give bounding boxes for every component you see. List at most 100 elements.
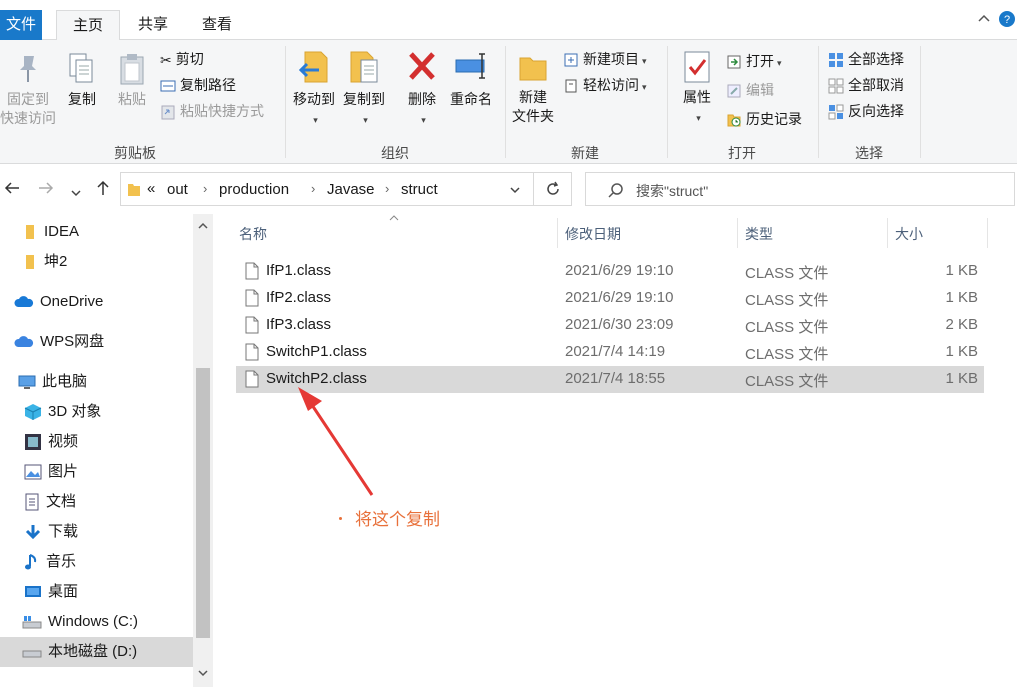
sidebar-item-label: 坤2 [44, 253, 68, 270]
help-icon[interactable]: ? [998, 10, 1016, 31]
sidebar-item-local-disk-d[interactable]: 本地磁盘 (D:) [0, 637, 193, 667]
search-input[interactable]: 搜索"struct" [585, 172, 1015, 206]
file-type: CLASS 文件 [745, 346, 829, 363]
file-size: 1 KB [945, 289, 978, 306]
address-divider [533, 173, 534, 205]
breadcrumb-overflow[interactable]: « [147, 180, 155, 197]
column-header-date[interactable]: 修改日期 [565, 224, 621, 244]
sidebar-item-idea[interactable]: IDEA [24, 217, 79, 247]
history-button[interactable]: 历史记录 [726, 108, 802, 130]
column-divider[interactable] [987, 218, 988, 248]
chevron-down-icon: ▾ [642, 82, 647, 92]
address-history-chevron-icon[interactable] [509, 186, 521, 194]
ribbon: 固定到 快速访问 复制 粘贴 ✂ 剪切 复制路径 粘贴快捷方式 剪贴板 移动到 ▾ [0, 40, 1017, 164]
onedrive-cloud-icon [14, 296, 34, 308]
file-row[interactable]: IfP2.class 2021/6/29 19:10 CLASS 文件 1 KB [236, 285, 984, 312]
sidebar-item-3d-objects[interactable]: 3D 对象 [24, 397, 101, 427]
ribbon-collapse-icon[interactable] [976, 11, 992, 30]
breadcrumb-chevron-icon[interactable]: › [385, 181, 389, 196]
file-row[interactable]: SwitchP1.class 2021/7/4 14:19 CLASS 文件 1… [236, 339, 984, 366]
sidebar-item-label: 图片 [48, 463, 79, 480]
column-header-type[interactable]: 类型 [745, 224, 773, 244]
breadcrumb-chevron-icon[interactable]: › [203, 181, 207, 196]
scissors-icon: ✂ [160, 52, 172, 69]
breadcrumb-struct[interactable]: struct [401, 181, 438, 198]
sidebar-scrollbar[interactable] [193, 214, 213, 687]
cut-button[interactable]: ✂ 剪切 [160, 48, 204, 70]
delete-button[interactable]: 删除 ▾ [402, 48, 442, 130]
column-divider[interactable] [557, 218, 558, 248]
file-name: IfP3.class [266, 316, 332, 333]
drive-icon [22, 650, 42, 658]
sidebar-item-label: WPS网盘 [40, 333, 105, 350]
tab-share[interactable]: 共享 [128, 10, 178, 40]
recent-locations-chevron-icon[interactable] [70, 184, 82, 202]
drive-icon [22, 616, 42, 629]
select-all-button[interactable]: 全部选择 [828, 48, 904, 70]
sidebar-item-videos[interactable]: 视频 [24, 427, 78, 457]
scroll-up-chevron-icon[interactable] [197, 222, 209, 230]
rename-button[interactable]: 重命名 [446, 48, 496, 109]
sidebar-item-this-pc[interactable]: 此电脑 [18, 367, 87, 397]
sidebar-item-label: Windows (C:) [48, 613, 139, 630]
copy-button[interactable]: 复制 [60, 52, 104, 109]
easy-access-label: 轻松访问 [583, 77, 639, 93]
refresh-icon[interactable] [545, 181, 561, 197]
file-icon [245, 262, 259, 280]
breadcrumb-chevron-icon[interactable]: › [311, 181, 315, 196]
copy-to-button[interactable]: 复制到 ▾ [340, 48, 388, 130]
tab-file[interactable]: 文件 [0, 10, 42, 40]
paste-shortcut-button[interactable]: 粘贴快捷方式 [160, 100, 264, 122]
file-size: 2 KB [945, 316, 978, 333]
address-bar[interactable]: « out › production › Javase › struct [120, 172, 572, 206]
column-divider[interactable] [737, 218, 738, 248]
sidebar-item-windows-c[interactable]: Windows (C:) [22, 607, 138, 637]
scroll-down-chevron-icon[interactable] [197, 669, 209, 677]
new-folder-label-line2: 文件夹 [512, 108, 554, 124]
sidebar-item-pictures[interactable]: 图片 [24, 457, 78, 487]
svg-text:?: ? [1004, 14, 1010, 26]
open-button[interactable]: 打开 ▾ [726, 50, 782, 72]
breadcrumb-out[interactable]: out [167, 181, 188, 198]
tab-view[interactable]: 查看 [192, 10, 242, 40]
file-date: 2021/7/4 14:19 [565, 343, 666, 360]
sidebar-item-music[interactable]: 音乐 [24, 547, 76, 577]
up-arrow-icon[interactable] [96, 180, 110, 201]
sidebar-item-onedrive[interactable]: OneDrive [14, 287, 103, 317]
move-to-button[interactable]: 移动到 ▾ [290, 48, 338, 130]
file-date: 2021/6/30 23:09 [565, 316, 674, 333]
new-item-button[interactable]: 新建项目 ▾ [563, 48, 647, 70]
file-row[interactable]: IfP1.class 2021/6/29 19:10 CLASS 文件 1 KB [236, 258, 984, 285]
sidebar-item-wps-drive[interactable]: WPS网盘 [14, 327, 104, 357]
new-folder-button[interactable]: 新建 文件夹 [509, 50, 557, 126]
edit-button[interactable]: 编辑 [726, 79, 774, 101]
column-header-name[interactable]: 名称 [239, 224, 267, 244]
sidebar-item-downloads[interactable]: 下载 [24, 517, 78, 547]
sort-ascending-icon [389, 215, 399, 221]
properties-button[interactable]: 属性 ▾ [675, 50, 719, 128]
sidebar-item-desktop[interactable]: 桌面 [24, 577, 78, 607]
file-row[interactable]: IfP3.class 2021/6/30 23:09 CLASS 文件 2 KB [236, 312, 984, 339]
scrollbar-thumb[interactable] [196, 368, 210, 638]
column-divider[interactable] [887, 218, 888, 248]
sidebar-item-label: 此电脑 [42, 373, 88, 390]
invert-selection-button[interactable]: 反向选择 [828, 100, 904, 122]
forward-arrow-icon[interactable] [38, 181, 54, 200]
breadcrumb-production[interactable]: production [219, 181, 289, 198]
copy-path-button[interactable]: 复制路径 [160, 74, 236, 96]
paste-button[interactable]: 粘贴 [110, 52, 154, 109]
pin-to-quick-access-button[interactable]: 固定到 快速访问 [0, 52, 56, 128]
sidebar-item-kun2[interactable]: 坤2 [24, 247, 67, 277]
group-label-open: 打开 [728, 145, 756, 161]
sidebar-item-label: OneDrive [40, 293, 104, 310]
video-icon [25, 434, 41, 451]
column-header-size[interactable]: 大小 [895, 224, 923, 244]
back-arrow-icon[interactable] [4, 181, 20, 200]
breadcrumb-javase[interactable]: Javase [327, 181, 375, 198]
easy-access-button[interactable]: 轻松访问 ▾ [563, 74, 647, 96]
tab-home[interactable]: 主页 [56, 10, 120, 41]
sidebar-item-documents[interactable]: 文档 [24, 487, 76, 517]
select-none-button[interactable]: 全部取消 [828, 74, 904, 96]
copy-to-icon [350, 51, 378, 83]
cube-icon [24, 404, 42, 421]
